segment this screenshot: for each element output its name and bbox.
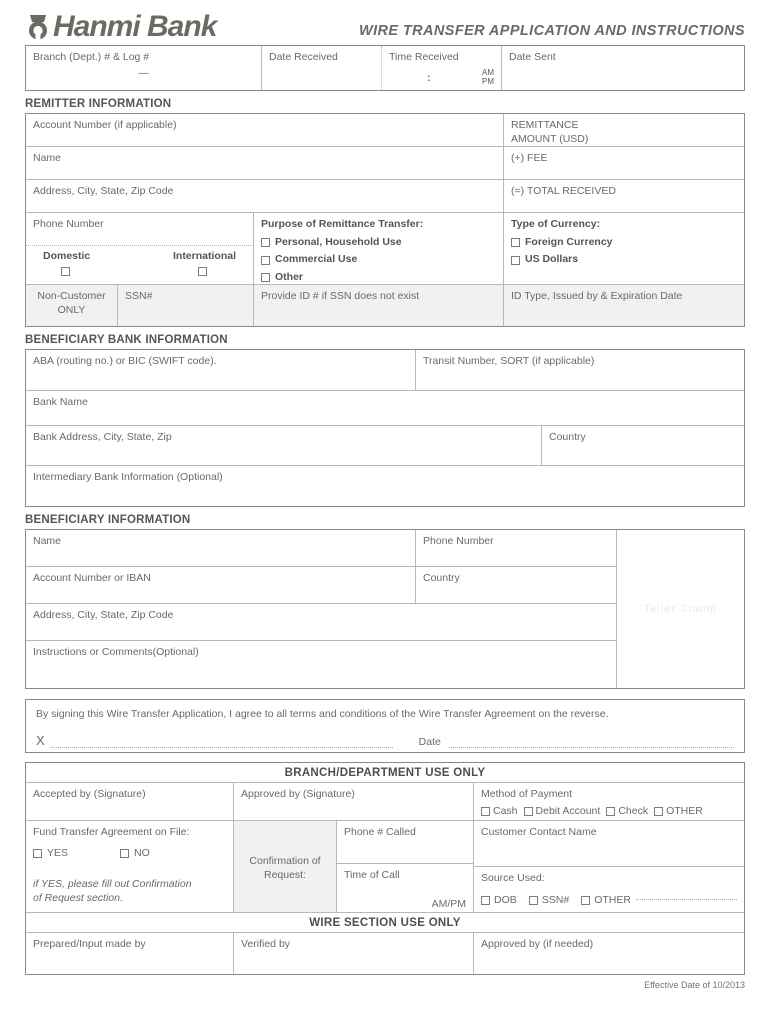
fund-transfer-yes-checkbox[interactable] xyxy=(33,848,42,858)
wire-transfer-form-page: Hanmi Bank WIRE TRANSFER APPLICATION AND… xyxy=(0,0,770,1024)
wire-use-band-title: WIRE SECTION USE ONLY xyxy=(309,917,461,929)
currency-usd-checkbox[interactable] xyxy=(511,255,520,265)
beneficiary-table: Name Phone Number Account Number or IBAN… xyxy=(25,529,745,689)
beneficiary-section-title: BENEFICIARY INFORMATION xyxy=(25,514,191,526)
currency-option-usd[interactable]: US Dollars xyxy=(511,253,737,267)
purpose-commercial-checkbox[interactable] xyxy=(261,255,270,265)
ssn-field[interactable]: SSN# xyxy=(118,285,254,326)
bank-country-field[interactable]: Country xyxy=(542,426,744,465)
time-of-call-ampm: AM/PM xyxy=(431,898,466,911)
source-other-line[interactable] xyxy=(635,898,737,900)
remitter-table: Account Number (if applicable) REMITTANC… xyxy=(25,113,745,327)
beneficiary-account-iban-field[interactable]: Account Number or IBAN xyxy=(26,567,416,603)
purpose-other-checkbox[interactable] xyxy=(261,273,270,283)
beneficiary-country-field[interactable]: Country xyxy=(416,567,616,603)
form-header: Hanmi Bank WIRE TRANSFER APPLICATION AND… xyxy=(25,0,745,42)
intake-table: Branch (Dept.) # & Log # — Date Received… xyxy=(25,45,745,91)
signature-date-line[interactable] xyxy=(448,747,734,748)
transfer-scope-group: Domestic International xyxy=(26,246,253,284)
bank-address-field[interactable]: Bank Address, City, State, Zip xyxy=(26,426,542,465)
teller-stamp-area[interactable]: Teller Stamp xyxy=(617,530,744,688)
remitter-name-field[interactable]: Name xyxy=(26,147,504,179)
customer-contact-name-field[interactable]: Customer Contact Name xyxy=(474,821,744,867)
wire-approved-by-field[interactable]: Approved by (if needed) xyxy=(474,933,744,974)
fund-transfer-no-checkbox[interactable] xyxy=(120,848,130,858)
total-received-field[interactable]: (=) TOTAL RECEIVED xyxy=(504,180,744,212)
beneficiary-bank-section-title: BENEFICIARY BANK INFORMATION xyxy=(25,334,228,346)
signature-x-mark: X xyxy=(36,733,45,748)
date-received-field[interactable]: Date Received xyxy=(262,46,382,90)
source-ssn-checkbox[interactable] xyxy=(528,895,538,905)
non-customer-only-label: Non-Customer ONLY xyxy=(26,285,118,326)
beneficiary-phone-field[interactable]: Phone Number xyxy=(416,530,616,566)
verified-by-field[interactable]: Verified by xyxy=(234,933,474,974)
payment-cash-checkbox[interactable] xyxy=(481,806,490,816)
beneficiary-instructions-field[interactable]: Instructions or Comments(Optional) xyxy=(26,641,616,688)
time-received-field[interactable]: Time Received : AM PM xyxy=(382,46,502,90)
transit-sort-field[interactable]: Transit Number, SORT (if applicable) xyxy=(416,350,744,390)
accepted-by-field[interactable]: Accepted by (Signature) xyxy=(26,783,234,820)
time-of-call-field[interactable]: Time of Call AM/PM xyxy=(337,864,473,912)
payment-debit-account-checkbox[interactable] xyxy=(523,806,533,816)
beneficiary-name-field[interactable]: Name xyxy=(26,530,416,566)
currency-option-foreign[interactable]: Foreign Currency xyxy=(511,236,737,250)
remitter-section-title: REMITTER INFORMATION xyxy=(25,98,172,110)
page-title: WIRE TRANSFER APPLICATION AND INSTRUCTIO… xyxy=(358,23,745,39)
payment-other-checkbox[interactable] xyxy=(654,806,664,816)
international-label: International xyxy=(172,250,236,262)
domestic-checkbox[interactable] xyxy=(61,266,70,276)
source-used-group: Source Used: DOB SSN# OTHER xyxy=(474,867,744,912)
branch-use-table: BRANCH/DEPARTMENT USE ONLY Accepted by (… xyxy=(25,762,745,975)
signature-date-label: Date xyxy=(418,736,441,748)
approved-by-field[interactable]: Approved by (Signature) xyxy=(234,783,474,820)
payment-check-checkbox[interactable] xyxy=(606,806,616,816)
type-of-currency-group: Type of Currency: Foreign Currency US Do… xyxy=(504,213,744,284)
international-checkbox[interactable] xyxy=(198,266,207,276)
effective-date-note: Effective Date of 10/2013 xyxy=(644,980,745,990)
pm-label: PM xyxy=(482,76,494,86)
source-dob-checkbox[interactable] xyxy=(481,895,490,905)
agreement-text: By signing this Wire Transfer Applicatio… xyxy=(36,708,609,720)
remitter-phone-field[interactable]: Phone Number xyxy=(26,213,253,246)
prepared-by-field[interactable]: Prepared/Input made by xyxy=(26,933,234,974)
fee-field[interactable]: (+) FEE xyxy=(504,147,744,179)
provide-id-field[interactable]: Provide ID # if SSN does not exist xyxy=(254,285,504,326)
phone-called-field[interactable]: Phone # Called xyxy=(337,821,473,864)
beneficiary-address-field[interactable]: Address, City, State, Zip Code xyxy=(26,604,616,640)
id-type-field[interactable]: ID Type, Issued by & Expiration Date xyxy=(504,285,744,326)
purpose-option-commercial[interactable]: Commercial Use xyxy=(261,253,496,267)
confirmation-of-request-label: Confirmation of Request: xyxy=(234,821,337,912)
currency-foreign-checkbox[interactable] xyxy=(511,237,520,247)
purpose-personal-checkbox[interactable] xyxy=(261,237,270,247)
date-sent-field[interactable]: Date Sent xyxy=(502,46,744,90)
branch-log-field[interactable]: Branch (Dept.) # & Log # — xyxy=(26,46,262,90)
purpose-option-personal[interactable]: Personal, Household Use xyxy=(261,236,496,250)
time-colon: : xyxy=(427,72,431,85)
branch-log-value: — xyxy=(138,66,149,79)
purpose-option-other[interactable]: Other xyxy=(261,271,496,285)
branch-use-band-title: BRANCH/DEPARTMENT USE ONLY xyxy=(284,767,486,779)
remitter-account-number-field[interactable]: Account Number (if applicable) xyxy=(26,114,504,146)
bank-name: Hanmi Bank xyxy=(53,10,217,43)
purpose-of-remittance-group: Purpose of Remittance Transfer: Personal… xyxy=(254,213,504,284)
remitter-address-field[interactable]: Address, City, State, Zip Code xyxy=(26,180,504,212)
hanmi-bank-logo-icon xyxy=(25,14,51,41)
signature-block: By signing this Wire Transfer Applicatio… xyxy=(25,699,745,753)
remittance-amount-field[interactable]: REMITTANCE AMOUNT (USD) xyxy=(504,114,744,146)
intermediary-bank-field[interactable]: Intermediary Bank Information (Optional) xyxy=(26,466,744,506)
bank-name-field[interactable]: Bank Name xyxy=(26,391,744,425)
fund-transfer-agreement-group: Fund Transfer Agreement on File: YES NO … xyxy=(26,821,234,912)
beneficiary-bank-table: ABA (routing no.) or BIC (SWIFT code). T… xyxy=(25,349,745,507)
aba-bic-field[interactable]: ABA (routing no.) or BIC (SWIFT code). xyxy=(26,350,416,390)
domestic-label: Domestic xyxy=(43,250,91,262)
source-other-checkbox[interactable] xyxy=(581,895,591,905)
signature-line[interactable] xyxy=(50,747,393,748)
method-of-payment-group: Method of Payment Cash Debit Account Che… xyxy=(481,788,703,817)
am-label: AM xyxy=(482,67,494,77)
teller-stamp-label: Teller Stamp xyxy=(643,603,718,615)
bank-logo: Hanmi Bank xyxy=(25,10,217,43)
